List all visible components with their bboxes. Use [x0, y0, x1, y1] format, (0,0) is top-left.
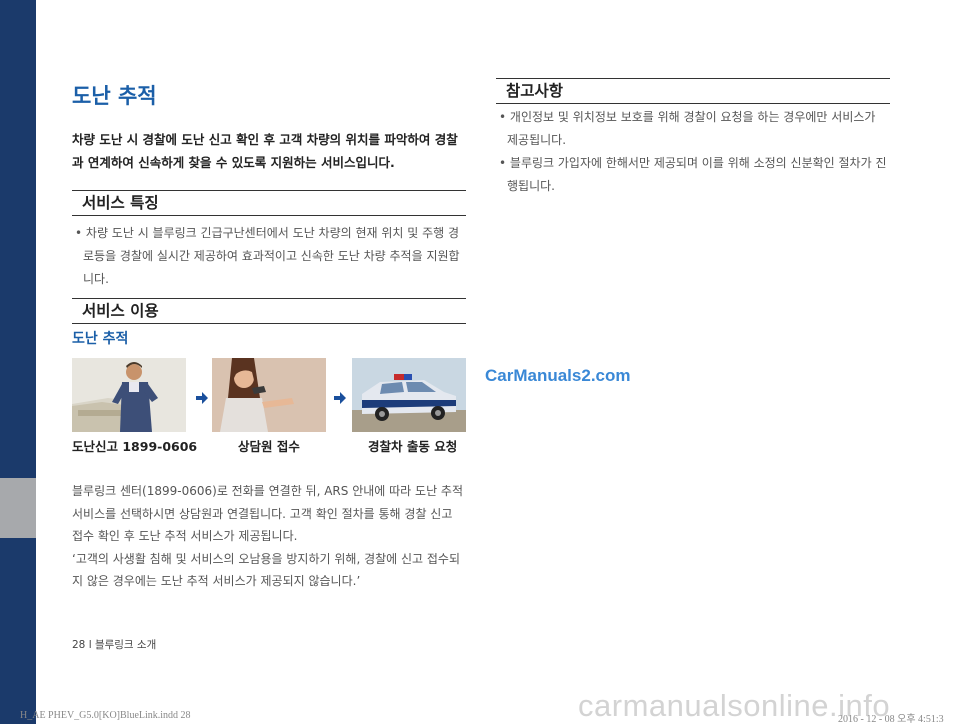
usage-subtitle: 도난 추적 — [72, 331, 129, 347]
print-file-info: H_AE PHEV_G5.0[KO]BlueLink.indd 28 — [20, 710, 191, 721]
call-agent-illustration — [212, 358, 326, 432]
body-paragraph-2: ‘고객의 사생활 침해 및 서비스의 오남용을 방지하기 위해, 경찰에 신고 … — [72, 551, 461, 589]
man-at-car-illustration — [72, 358, 186, 432]
page-edge-bar — [0, 0, 36, 724]
step-caption-2: 상담원 접수 — [238, 439, 300, 454]
reference-bullet-text: 블루링크 가입자에 한해서만 제공되며 이를 위해 소정의 신분확인 절차가 진… — [507, 156, 887, 193]
step-caption-3: 경찰차 출동 요청 — [368, 439, 458, 454]
reference-bullet-1: • 개인정보 및 위치정보 보호를 위해 경찰이 요청을 하는 경우에만 서비스… — [499, 110, 876, 147]
right-arrow-icon — [334, 389, 346, 404]
site-watermark: CarManuals2.com — [485, 366, 631, 385]
usage-heading: 서비스 이용 — [72, 298, 466, 324]
lead-paragraph: 차량 도난 시 경찰에 도난 신고 확인 후 고객 차량의 위치를 파악하여 경… — [72, 132, 458, 170]
reference-heading: 참고사항 — [496, 78, 890, 104]
features-bullet: • 차량 도난 시 블루링크 긴급구난센터에서 도난 차량의 현재 위치 및 주… — [75, 226, 460, 286]
print-date-info: 2016 - 12 - 08 오후 4:51:3 — [838, 714, 944, 725]
reference-bullet-text: 개인정보 및 위치정보 보호를 위해 경찰이 요청을 하는 경우에만 서비스가 … — [507, 110, 876, 147]
page-edge-tab — [0, 478, 36, 538]
features-bullet-text: 차량 도난 시 블루링크 긴급구난센터에서 도난 차량의 현재 위치 및 주행 … — [83, 226, 460, 286]
step-caption-1: 도난신고 1899-0606 — [72, 439, 198, 454]
reference-bullet-2: • 블루링크 가입자에 한해서만 제공되며 이를 위해 소정의 신분확인 절차가… — [499, 156, 887, 193]
body-paragraph-1: 블루링크 센터(1899-0606)로 전화를 연결한 뒤, ARS 안내에 따… — [72, 484, 464, 543]
police-car-illustration — [352, 358, 466, 432]
features-heading: 서비스 특징 — [72, 190, 466, 216]
page-title: 도난 추적 — [72, 84, 157, 108]
right-arrow-icon — [196, 389, 208, 404]
body-text: 블루링크 센터(1899-0606)로 전화를 연결한 뒤, ARS 안내에 따… — [72, 480, 466, 593]
page-footer: 28 l 블루링크 소개 — [72, 639, 157, 651]
